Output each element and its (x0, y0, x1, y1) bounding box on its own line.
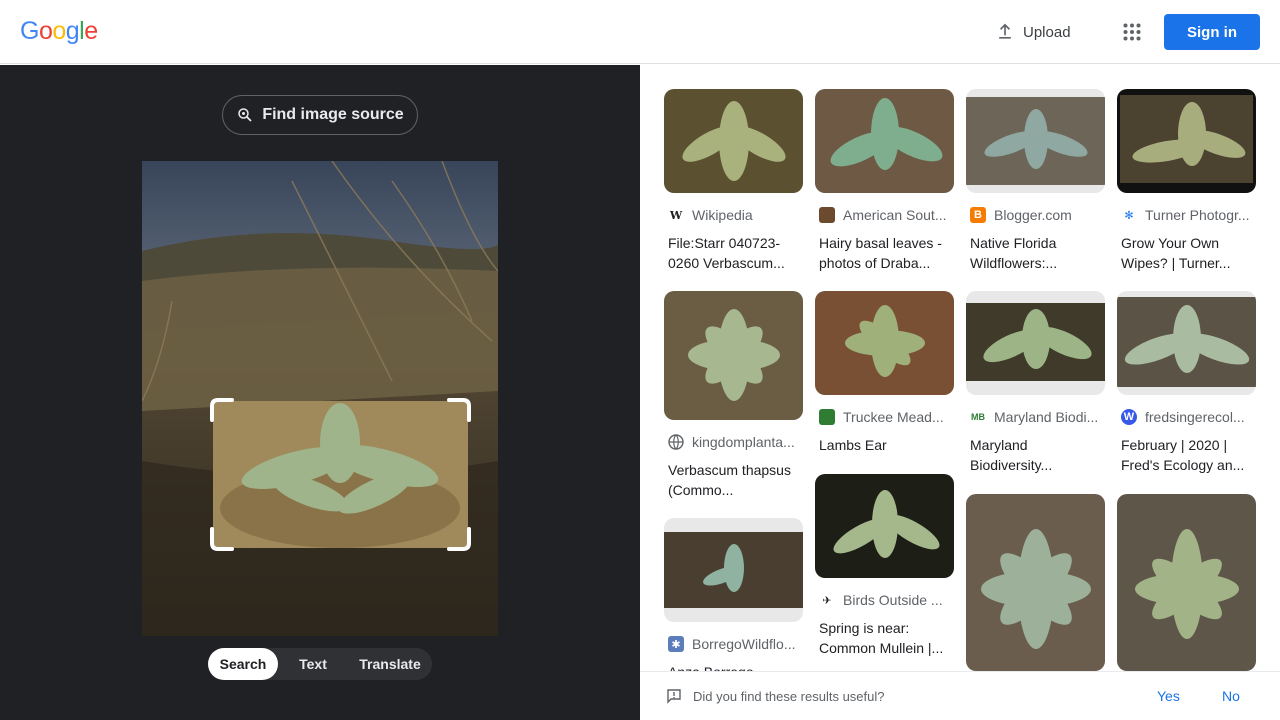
feedback-bar: Did you find these results useful? Yes N… (640, 671, 1280, 720)
site-icon: MB (971, 412, 985, 422)
site-icon (819, 409, 835, 425)
result-thumbnail[interactable] (1117, 89, 1256, 193)
result-thumbnail[interactable] (815, 89, 954, 193)
source-name: fredsingerecol... (1145, 409, 1245, 425)
site-icon (819, 207, 835, 223)
source-name: kingdomplanta... (692, 434, 795, 450)
result-card[interactable] (966, 494, 1105, 671)
result-source[interactable]: kingdomplanta... (668, 434, 803, 450)
result-source[interactable]: W Wikipedia (668, 207, 803, 223)
logo-letter: g (65, 17, 80, 45)
result-source[interactable]: ✱ BorregoWildflo... (668, 636, 803, 652)
logo-letter: o (52, 17, 66, 45)
tab-text[interactable]: Text (278, 648, 348, 680)
result-title[interactable]: Native Florida Wildflowers:... (970, 233, 1100, 273)
snowflake-icon: ✻ (1124, 209, 1134, 222)
result-card[interactable]: ✻ Turner Photogr... Grow Your Own Wipes?… (1117, 89, 1256, 273)
result-card[interactable]: W Wikipedia File:Starr 040723-0260 Verba… (664, 89, 803, 273)
result-thumbnail[interactable] (815, 474, 954, 578)
sign-in-button[interactable]: Sign in (1164, 14, 1260, 50)
result-title[interactable]: Grow Your Own Wipes? | Turner... (1121, 233, 1251, 273)
feedback-yes-button[interactable]: Yes (1157, 688, 1180, 704)
lens-search-icon (238, 108, 252, 122)
result-card[interactable]: ✱ BorregoWildflo... Anza Borrego... (664, 518, 803, 671)
result-title[interactable]: Maryland Biodiversity... (970, 435, 1100, 475)
result-thumbnail[interactable] (966, 291, 1105, 395)
logo-letter: e (84, 17, 98, 45)
result-thumbnail[interactable] (1117, 494, 1256, 671)
source-name: American Sout... (843, 207, 947, 223)
feedback-no-button[interactable]: No (1222, 688, 1240, 704)
result-card[interactable] (1117, 494, 1256, 671)
source-name: BorregoWildflo... (692, 636, 796, 652)
result-source[interactable]: W fredsingerecol... (1121, 409, 1256, 425)
tab-search[interactable]: Search (208, 648, 278, 680)
wordpress-icon: W (1121, 409, 1137, 425)
query-image-panel: Find image source Search Text Translate (0, 65, 640, 720)
result-title[interactable]: File:Starr 040723-0260 Verbascum... (668, 233, 798, 273)
site-icon: ✱ (668, 636, 684, 652)
result-source[interactable]: MB Maryland Biodi... (970, 409, 1105, 425)
result-thumbnail[interactable] (815, 291, 954, 395)
mode-tabs: Search Text Translate (208, 648, 432, 680)
result-thumbnail[interactable] (1117, 291, 1256, 395)
source-name: Truckee Mead... (843, 409, 944, 425)
result-title[interactable]: Spring is near: Common Mullein |... (819, 618, 949, 658)
result-source[interactable]: ✻ Turner Photogr... (1121, 207, 1256, 223)
header: Google Upload Sign in (0, 0, 1280, 64)
wikipedia-icon: W (669, 208, 683, 222)
logo-letter: o (38, 17, 53, 45)
google-logo[interactable]: Google (20, 17, 98, 46)
source-name: Blogger.com (994, 207, 1072, 223)
upload-button[interactable]: Upload (985, 14, 1081, 50)
source-name: Wikipedia (692, 207, 753, 223)
result-source[interactable]: Truckee Mead... (819, 409, 954, 425)
result-card[interactable]: Truckee Mead... Lambs Ear (815, 291, 954, 455)
tab-translate[interactable]: Translate (348, 648, 432, 680)
crop-region[interactable] (210, 398, 471, 551)
source-name: Turner Photogr... (1145, 207, 1250, 223)
result-card[interactable]: ✈ Birds Outside ... Spring is near: Comm… (815, 474, 954, 658)
result-thumbnail[interactable] (664, 89, 803, 193)
result-thumbnail[interactable] (664, 291, 803, 420)
feedback-question: Did you find these results useful? (693, 689, 885, 704)
result-source[interactable]: ✈ Birds Outside ... (819, 592, 954, 608)
find-image-source-label: Find image source (262, 106, 404, 123)
source-name: Maryland Biodi... (994, 409, 1099, 425)
result-thumbnail[interactable] (664, 518, 803, 622)
bird-icon: ✈ (822, 594, 832, 607)
upload-icon (999, 23, 1011, 39)
result-title[interactable]: Lambs Ear (819, 435, 949, 455)
result-card[interactable]: W fredsingerecol... February | 2020 | Fr… (1117, 291, 1256, 475)
logo-letter: G (20, 17, 39, 45)
source-name: Birds Outside ... (843, 592, 943, 608)
find-image-source-button[interactable]: Find image source (222, 95, 418, 135)
result-card[interactable]: American Sout... Hairy basal leaves - ph… (815, 89, 954, 273)
result-thumbnail[interactable] (966, 494, 1105, 671)
result-thumbnail[interactable] (966, 89, 1105, 193)
blogger-icon: B (970, 207, 986, 223)
result-source[interactable]: B Blogger.com (970, 207, 1105, 223)
result-title[interactable]: February | 2020 | Fred's Ecology an... (1121, 435, 1251, 475)
result-source[interactable]: American Sout... (819, 207, 954, 223)
apps-button[interactable] (1114, 14, 1150, 50)
result-card[interactable]: B Blogger.com Native Florida Wildflowers… (966, 89, 1105, 273)
result-card[interactable]: kingdomplanta... Verbascum thapsus (Comm… (664, 291, 803, 500)
apps-grid-icon (1123, 23, 1141, 41)
result-title[interactable]: Anza Borrego... (668, 662, 798, 671)
globe-icon (668, 434, 684, 450)
result-card[interactable]: MB Maryland Biodi... Maryland Biodiversi… (966, 291, 1105, 475)
result-title[interactable]: Verbascum thapsus (Commo... (668, 460, 798, 500)
upload-label: Upload (1023, 23, 1071, 41)
feedback-icon (667, 689, 681, 704)
visual-matches-grid: W Wikipedia File:Starr 040723-0260 Verba… (640, 65, 1280, 671)
result-title[interactable]: Hairy basal leaves - photos of Draba... (819, 233, 949, 273)
